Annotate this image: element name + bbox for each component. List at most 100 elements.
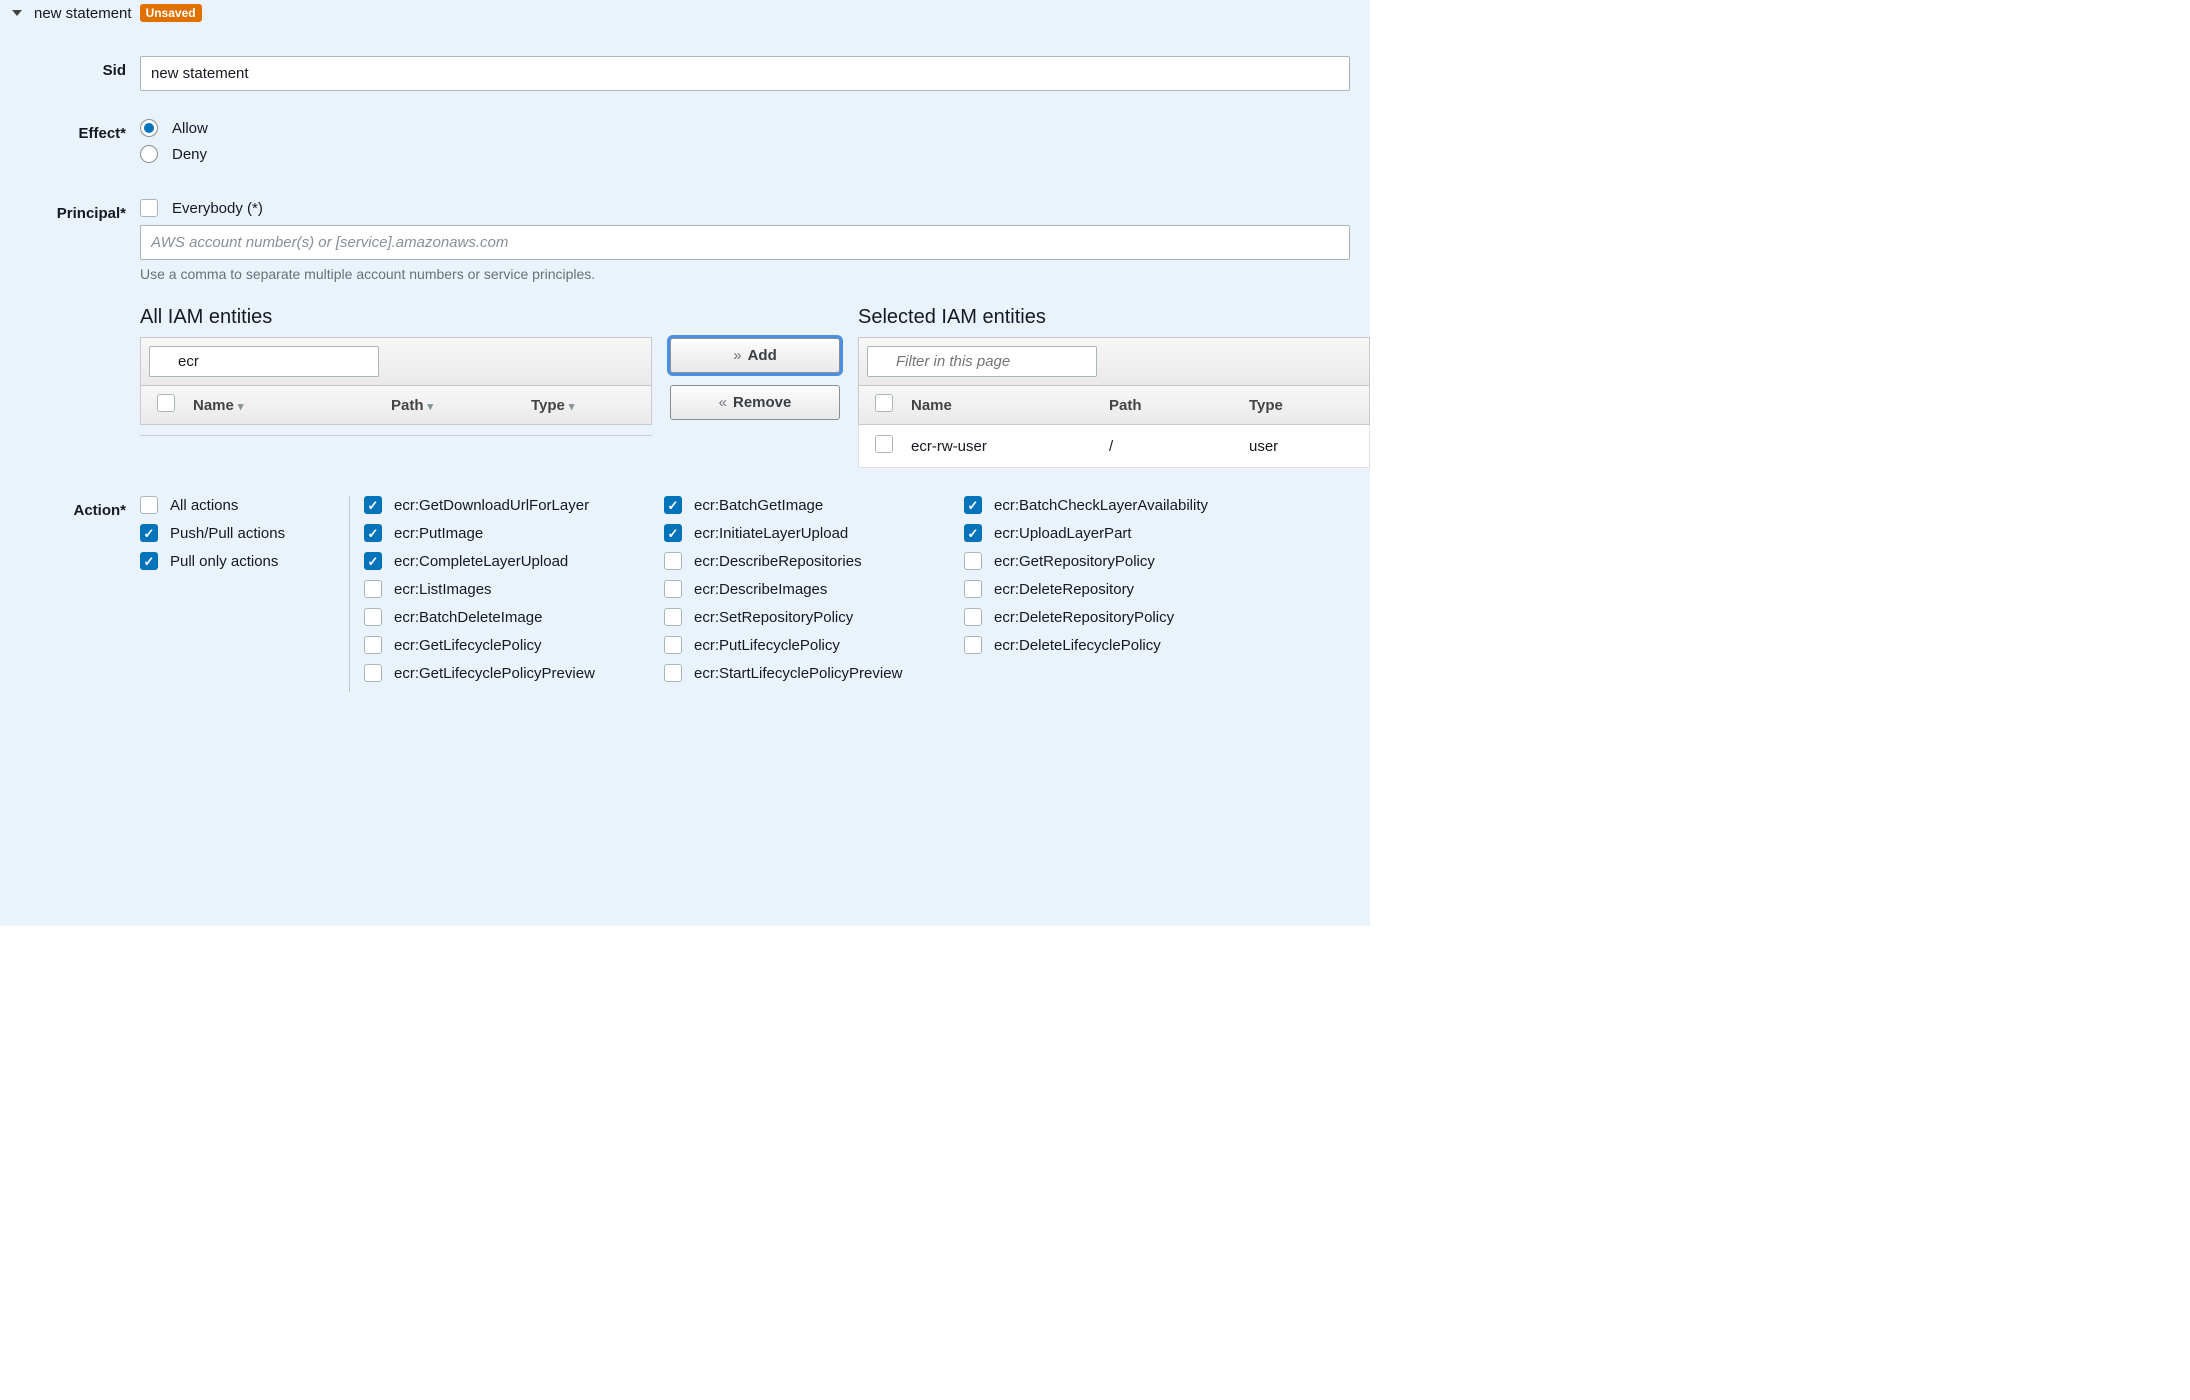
action-label: ecr:DeleteRepositoryPolicy [994, 609, 1174, 626]
action-checkbox[interactable] [964, 580, 982, 598]
everybody-label: Everybody (*) [172, 200, 263, 217]
radio-deny[interactable] [140, 145, 158, 163]
checkbox-everybody[interactable] [140, 199, 158, 217]
selected-iam-header: Name Path Type [858, 386, 1370, 425]
action-checkbox[interactable] [964, 608, 982, 626]
action-label: ecr:BatchGetImage [694, 497, 823, 514]
action-item: ecr:StartLifecyclePolicyPreview [664, 664, 940, 682]
action-checkbox[interactable] [364, 524, 382, 542]
col-type[interactable]: Type [1241, 397, 1361, 414]
action-checkbox[interactable] [664, 664, 682, 682]
action-checkbox[interactable] [664, 636, 682, 654]
selected-iam-panel: Selected IAM entities ▾ Name Path Type [858, 306, 1370, 468]
action-item: ecr:DescribeRepositories [664, 552, 940, 570]
chevron-left-icon: « [719, 394, 727, 411]
selected-iam-filter[interactable] [867, 346, 1097, 377]
row-action: Action* All actions Push/Pull actions Pull… [0, 496, 1370, 692]
action-item: ecr:BatchGetImage [664, 496, 940, 514]
action-group-label: Pull only actions [170, 553, 278, 570]
col-path[interactable]: Path [1101, 397, 1241, 414]
selected-iam-title: Selected IAM entities [858, 306, 1370, 329]
action-label: ecr:BatchCheckLayerAvailability [994, 497, 1208, 514]
action-checkbox[interactable] [664, 524, 682, 542]
action-item: ecr:DeleteRepository [964, 580, 1240, 598]
action-group-label: All actions [170, 497, 238, 514]
action-label: ecr:GetDownloadUrlForLayer [394, 497, 589, 514]
statement-title: new statement [34, 5, 132, 22]
col-path[interactable]: Path▾ [383, 397, 523, 414]
row-effect: Effect* Allow Deny [0, 119, 1370, 171]
action-item: ecr:GetDownloadUrlForLayer [364, 496, 640, 514]
sort-icon: ▾ [238, 401, 244, 413]
remove-button[interactable]: «Remove [670, 385, 840, 420]
action-checkbox[interactable] [964, 496, 982, 514]
principal-help: Use a comma to separate multiple account… [140, 266, 1370, 282]
label-action: Action* [0, 496, 140, 519]
col-name[interactable]: Name [903, 397, 1101, 414]
action-label: ecr:DescribeRepositories [694, 553, 862, 570]
action-label: ecr:DeleteLifecyclePolicy [994, 637, 1161, 654]
action-label: ecr:DeleteRepository [994, 581, 1134, 598]
selected-iam-select-all[interactable] [875, 394, 893, 412]
action-item: ecr:GetLifecyclePolicyPreview [364, 664, 640, 682]
action-checkbox[interactable] [664, 552, 682, 570]
action-checkbox[interactable] [664, 608, 682, 626]
all-iam-filter[interactable] [149, 346, 379, 377]
action-checkbox[interactable] [964, 636, 982, 654]
transfer-buttons: »Add «Remove [670, 306, 840, 420]
action-label: ecr:InitiateLayerUpload [694, 525, 848, 542]
all-iam-select-all[interactable] [157, 394, 175, 412]
action-item: ecr:PutLifecyclePolicy [664, 636, 940, 654]
action-item: ecr:BatchDeleteImage [364, 608, 640, 626]
radio-deny-label: Deny [172, 146, 207, 163]
action-checkbox[interactable] [964, 552, 982, 570]
action-label: ecr:SetRepositoryPolicy [694, 609, 853, 626]
row-path: / [1101, 438, 1241, 455]
action-checkbox[interactable] [664, 580, 682, 598]
radio-allow-label: Allow [172, 120, 208, 137]
action-label: ecr:UploadLayerPart [994, 525, 1132, 542]
action-item: ecr:DeleteLifecyclePolicy [964, 636, 1240, 654]
action-checkbox[interactable] [364, 552, 382, 570]
action-checkbox[interactable] [140, 552, 158, 570]
all-iam-panel: All IAM entities ▾ Name▾ Path▾ Type▾ [140, 306, 652, 436]
action-checkbox[interactable] [664, 496, 682, 514]
statement-header: new statement Unsaved [0, 0, 1370, 26]
label-principal: Principal* [0, 199, 140, 222]
action-group-item: Pull only actions [140, 552, 335, 570]
action-item: ecr:GetRepositoryPolicy [964, 552, 1240, 570]
action-item: ecr:BatchCheckLayerAvailability [964, 496, 1240, 514]
action-checkbox[interactable] [140, 524, 158, 542]
principal-input[interactable] [140, 225, 1350, 260]
chevron-right-icon: » [733, 347, 741, 364]
col-type[interactable]: Type▾ [523, 397, 643, 414]
action-item: ecr:DeleteRepositoryPolicy [964, 608, 1240, 626]
action-checkbox[interactable] [964, 524, 982, 542]
table-row[interactable]: ecr-rw-user / user [858, 425, 1370, 468]
action-checkbox[interactable] [364, 664, 382, 682]
sid-input[interactable] [140, 56, 1350, 91]
action-label: ecr:PutLifecyclePolicy [694, 637, 840, 654]
label-effect: Effect* [0, 119, 140, 142]
col-name[interactable]: Name▾ [185, 397, 383, 414]
action-group-label: Push/Pull actions [170, 525, 285, 542]
sort-icon: ▾ [428, 401, 434, 413]
all-iam-header: Name▾ Path▾ Type▾ [140, 386, 652, 425]
action-label: ecr:CompleteLayerUpload [394, 553, 568, 570]
action-checkbox[interactable] [364, 608, 382, 626]
radio-allow[interactable] [140, 119, 158, 137]
action-label: ecr:ListImages [394, 581, 492, 598]
add-button[interactable]: »Add [670, 338, 840, 373]
action-checkbox[interactable] [364, 636, 382, 654]
sort-icon: ▾ [569, 401, 575, 413]
action-checkbox[interactable] [364, 496, 382, 514]
action-checkbox[interactable] [364, 580, 382, 598]
collapse-icon[interactable] [12, 10, 22, 16]
all-iam-title: All IAM entities [140, 306, 652, 329]
row-principal: Principal* Everybody (*) Use a comma to … [0, 199, 1370, 468]
row-checkbox[interactable] [875, 435, 893, 453]
action-item: ecr:CompleteLayerUpload [364, 552, 640, 570]
action-label: ecr:DescribeImages [694, 581, 827, 598]
action-item: ecr:DescribeImages [664, 580, 940, 598]
action-checkbox[interactable] [140, 496, 158, 514]
